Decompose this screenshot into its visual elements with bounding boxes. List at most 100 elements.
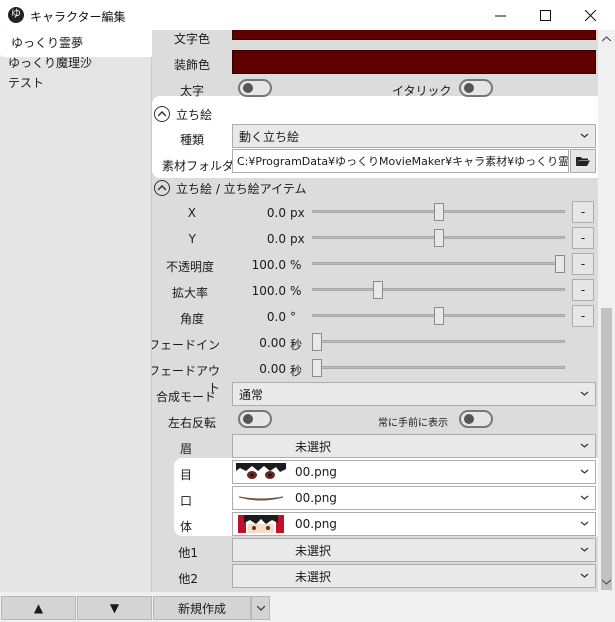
- slider-thumb-fadeout[interactable]: [312, 359, 322, 377]
- character-item-reimu[interactable]: ゆっくり霊夢: [3, 33, 153, 53]
- param-minus-button-y[interactable]: -: [572, 227, 594, 249]
- part-value-eyebrow: 未選択: [295, 439, 332, 454]
- param-unit-opacity: %: [290, 258, 302, 272]
- vertical-scrollbar[interactable]: [598, 30, 615, 592]
- param-value-x[interactable]: 0.0: [238, 206, 286, 220]
- part-value-other2: 未選択: [295, 569, 332, 584]
- param-minus-button-zoom[interactable]: -: [572, 279, 594, 301]
- part-dropdown-eye[interactable]: 00.png: [232, 460, 596, 484]
- eye-thumbnail-icon: [236, 463, 286, 481]
- window-title: キャラクター編集: [30, 10, 126, 24]
- param-slider-fadein[interactable]: [312, 340, 565, 343]
- font-color-swatch[interactable]: [232, 30, 596, 40]
- param-value-y[interactable]: 0.0: [238, 232, 286, 246]
- move-up-button[interactable]: ▲: [1, 596, 76, 620]
- part-value-eye: 00.png: [295, 465, 337, 479]
- folder-path-input[interactable]: C:¥ProgramData¥ゆっくりMovieMaker¥キャラ素材¥ゆっくり…: [232, 149, 569, 173]
- scrollbar-thumb[interactable]: [601, 308, 612, 590]
- always-front-label: 常に手前に表示: [378, 418, 448, 429]
- part-label-other2: 他2: [178, 572, 198, 586]
- body-thumbnail-icon: [236, 515, 286, 533]
- param-value-fadein[interactable]: 0.00: [238, 336, 286, 350]
- part-label-eye: 目: [179, 468, 192, 482]
- folder-icon: [576, 157, 590, 166]
- slider-thumb-opacity[interactable]: [555, 255, 565, 273]
- part-label-mouth: 口: [179, 494, 192, 508]
- part-value-mouth: 00.png: [295, 491, 337, 505]
- slider-thumb-y[interactable]: [433, 229, 444, 247]
- param-unit-y: px: [290, 232, 305, 246]
- param-minus-button-angle[interactable]: -: [572, 305, 594, 327]
- param-value-opacity[interactable]: 100.0: [238, 258, 286, 272]
- slider-thumb-x[interactable]: [433, 203, 444, 221]
- bold-label: 太字: [180, 84, 205, 98]
- type-dropdown[interactable]: 動く立ち絵: [232, 124, 596, 148]
- deco-color-swatch[interactable]: [232, 50, 596, 74]
- param-unit-fadein: 秒: [290, 338, 303, 352]
- slider-thumb-angle[interactable]: [433, 307, 444, 325]
- part-label-eyebrow: 眉: [179, 442, 192, 456]
- browse-folder-button[interactable]: [570, 149, 596, 173]
- scroll-down-icon[interactable]: [602, 579, 611, 585]
- tachie-section-title: 立ち絵: [176, 107, 213, 122]
- font-color-label: 文字色: [174, 32, 211, 46]
- param-value-zoom[interactable]: 100.0: [238, 284, 286, 298]
- maximize-icon: [539, 9, 551, 21]
- app-icon: ゆ: [8, 7, 24, 23]
- tachie-section-header[interactable]: 立ち絵: [154, 104, 212, 124]
- part-dropdown-mouth[interactable]: 00.png: [232, 486, 596, 510]
- chevron-down-icon: [580, 443, 589, 448]
- blend-mode-dropdown[interactable]: 通常: [232, 382, 596, 406]
- slider-thumb-fadein[interactable]: [312, 333, 322, 351]
- param-slider-opacity[interactable]: [312, 262, 565, 265]
- chevron-down-icon: [580, 495, 589, 500]
- mouth-thumbnail-icon: [236, 489, 286, 507]
- items-section-title: 立ち絵 / 立ち絵アイテム: [176, 181, 307, 196]
- move-down-button[interactable]: ▼: [77, 596, 152, 620]
- character-item-marisa[interactable]: ゆっくり魔理沙: [0, 53, 152, 73]
- chevron-down-icon: [580, 391, 589, 396]
- param-value-angle[interactable]: 0.0: [238, 310, 286, 324]
- param-label-angle: 角度: [179, 312, 204, 326]
- param-value-fadeout[interactable]: 0.00: [238, 362, 286, 376]
- scroll-up-icon[interactable]: [602, 36, 611, 42]
- maximize-button[interactable]: [522, 0, 568, 30]
- param-slider-fadeout[interactable]: [312, 366, 565, 369]
- flip-label: 左右反転: [167, 416, 216, 430]
- param-minus-button-x[interactable]: -: [572, 201, 594, 223]
- part-dropdown-other1[interactable]: 未選択: [232, 538, 596, 562]
- collapse-icon: [154, 106, 170, 122]
- part-dropdown-body[interactable]: 00.png: [232, 512, 596, 536]
- param-minus-button-opacity[interactable]: -: [572, 253, 594, 275]
- new-character-menu-button[interactable]: [251, 596, 270, 620]
- blend-mode-label: 合成モード: [155, 390, 216, 404]
- folder-label: 素材フォルダ: [162, 159, 235, 173]
- param-label-zoom: 拡大率: [171, 286, 208, 300]
- part-dropdown-eyebrow[interactable]: 未選択: [232, 434, 596, 458]
- bold-toggle[interactable]: [238, 79, 272, 97]
- always-front-toggle[interactable]: [459, 410, 493, 428]
- character-item-test[interactable]: テスト: [0, 73, 152, 93]
- close-icon: [584, 9, 596, 21]
- minimize-icon: [494, 15, 506, 16]
- italic-toggle[interactable]: [459, 79, 493, 97]
- items-section-header[interactable]: 立ち絵 / 立ち絵アイテム: [154, 178, 306, 198]
- chevron-down-icon: [580, 521, 589, 526]
- blend-mode-value: 通常: [239, 387, 264, 402]
- part-dropdown-other2[interactable]: 未選択: [232, 564, 596, 588]
- chevron-down-icon: [580, 573, 589, 578]
- type-value: 動く立ち絵: [239, 129, 300, 144]
- param-slider-zoom[interactable]: [312, 288, 565, 291]
- property-pane: 文字色 装飾色 太字 イタリック 立ち絵 種類 動く立ち絵 素材フォルダ C:¥…: [152, 30, 598, 592]
- close-button[interactable]: [567, 0, 613, 30]
- type-label: 種類: [180, 133, 205, 147]
- param-unit-zoom: %: [290, 284, 302, 298]
- new-character-button[interactable]: 新規作成: [153, 596, 251, 620]
- character-list: ゆっくり霊夢 ゆっくり魔理沙 テスト: [0, 30, 153, 592]
- minimize-button[interactable]: [477, 0, 523, 30]
- param-label-x: X: [187, 206, 196, 220]
- flip-toggle[interactable]: [238, 410, 272, 428]
- part-label-other1: 他1: [178, 546, 198, 560]
- slider-thumb-zoom[interactable]: [372, 281, 383, 299]
- title-bar: ゆ キャラクター編集: [0, 0, 615, 30]
